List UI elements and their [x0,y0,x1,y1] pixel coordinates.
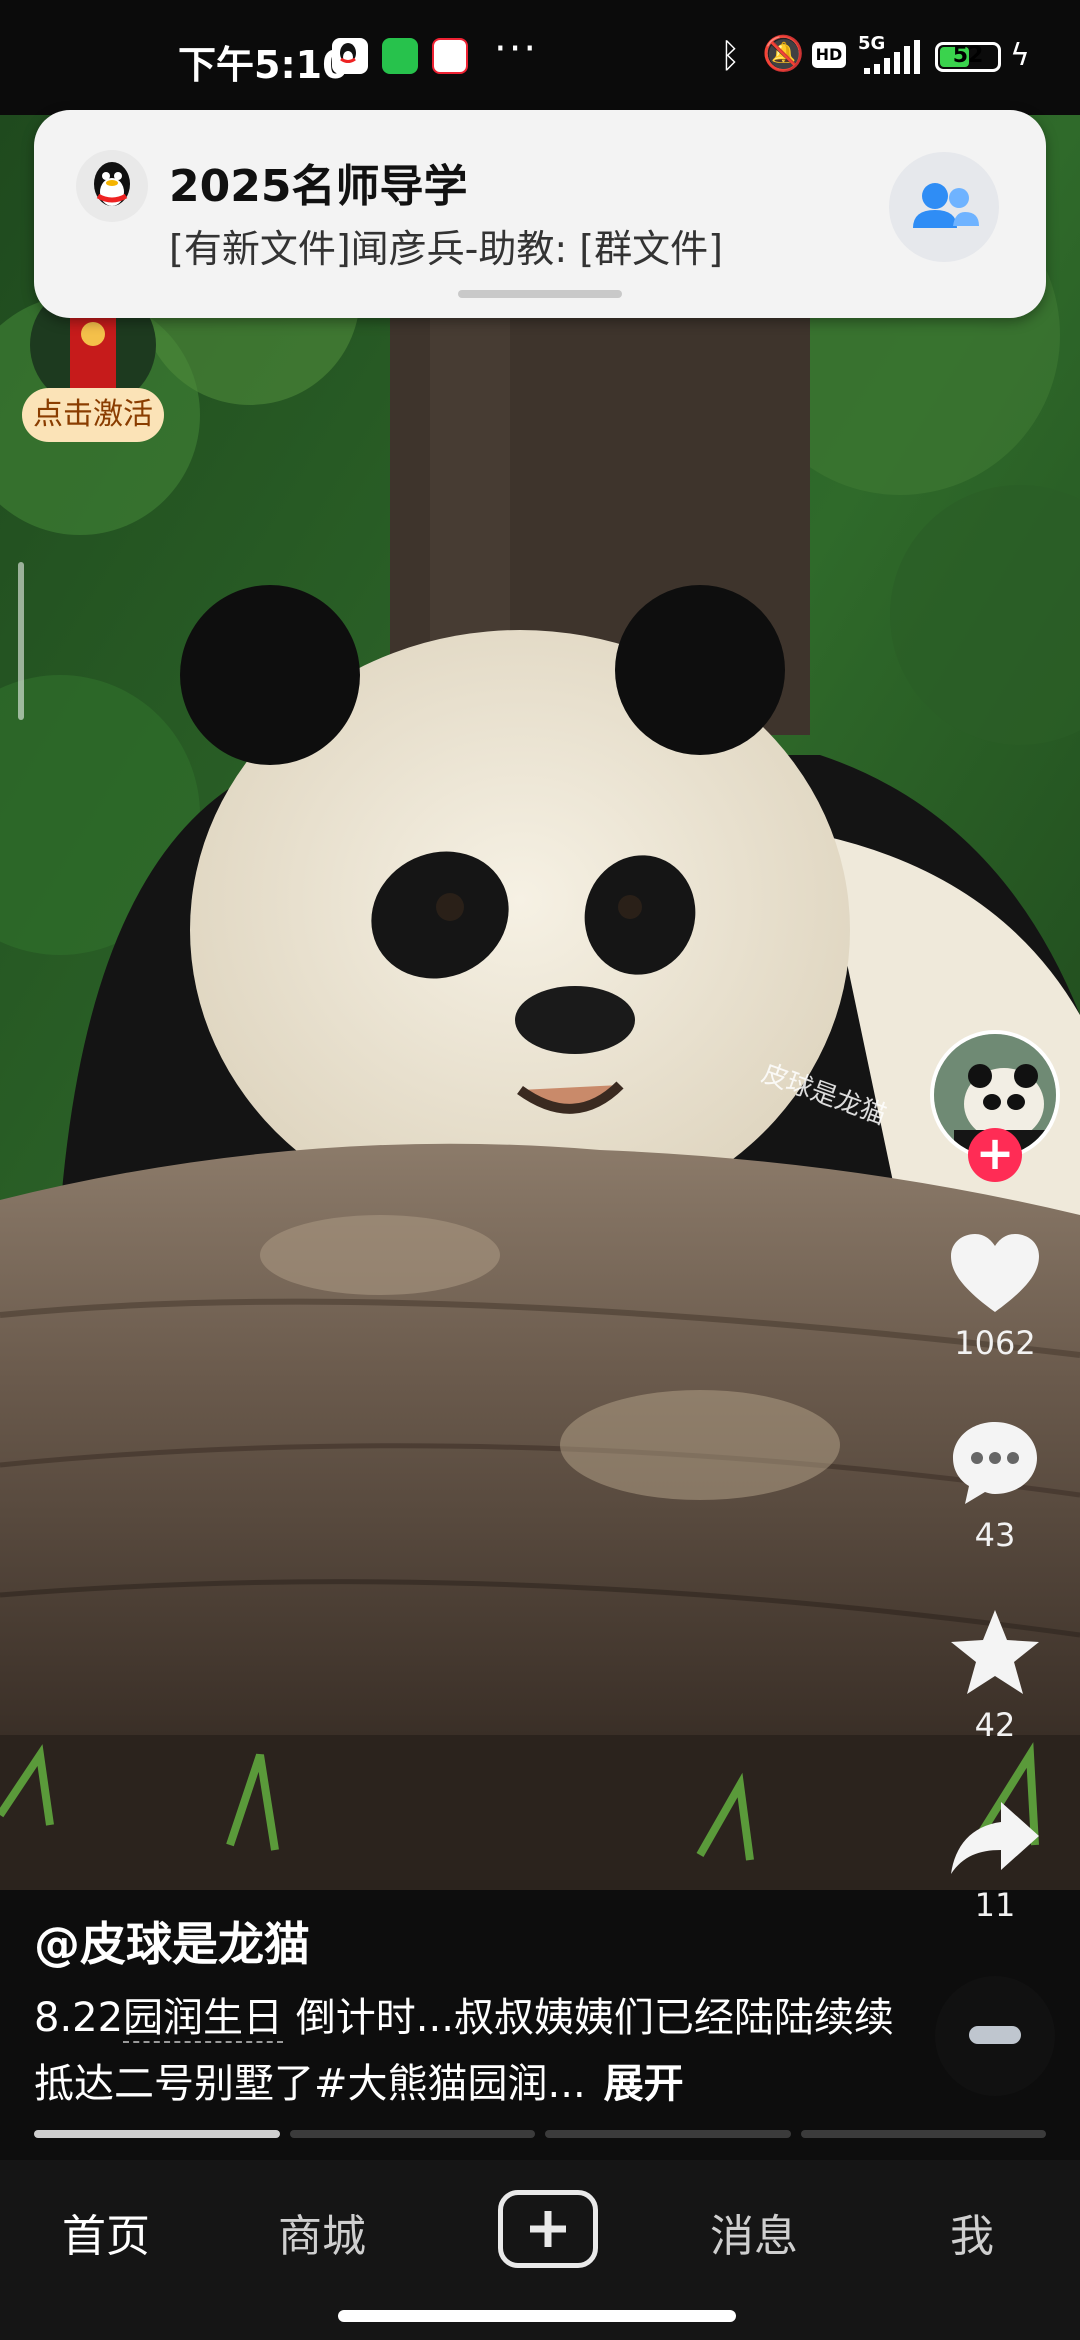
qq-app-icon [332,38,368,74]
app-58-icon [432,38,468,74]
favorite-count: 42 [974,1706,1016,1744]
group-users-icon [889,152,999,262]
charging-icon: ϟ [1010,38,1030,73]
video-frame[interactable]: 皮球是龙猫 [0,115,1080,1890]
create-post-button[interactable] [498,2190,598,2268]
comment-button[interactable]: 43 [940,1418,1050,1554]
caption-date: 8.22 [34,1995,124,2041]
notification-title: 2025名师导学 [169,161,468,212]
plus-icon [530,2211,566,2247]
notification-drag-handle[interactable] [458,290,622,298]
status-time: 下午5:10 [178,43,349,87]
qq-notification-banner[interactable]: 2025名师导学 [有新文件]闻彦兵-助教: [群文件] [34,110,1046,318]
comment-count: 43 [974,1516,1016,1554]
notification-body: [有新文件]闻彦兵-助教: [群文件] [169,227,723,271]
like-button[interactable]: 1062 [940,1232,1050,1362]
heart-icon [951,1234,1039,1312]
signal-icon [864,40,920,74]
nav-me[interactable]: 我 [950,2200,994,2264]
progress-segment [545,2130,791,2138]
more-notifications-icon: ··· [494,26,539,72]
progress-segment [34,2130,280,2138]
author-name[interactable]: @皮球是龙猫 [34,1908,310,1974]
share-arrow-icon [951,1802,1039,1874]
battery-icon: 52 [935,42,1001,72]
video-caption[interactable]: 8.22园润生日 倒计时...叔叔姨姨们已经陆陆续续抵达二号别墅了#大熊猫园润.… [34,1985,894,2117]
star-icon [951,1610,1039,1694]
panda-photo: 皮球是龙猫 [0,115,1080,1890]
scroll-indicator [18,562,24,720]
caption-topic-link[interactable]: 园润生日 [123,1995,284,2043]
qq-penguin-icon [76,150,148,222]
comment-icon [953,1422,1037,1504]
nav-home[interactable]: 首页 [62,2200,150,2264]
battery-level: 52 [952,43,984,68]
activate-button[interactable]: 点击激活 [22,388,164,442]
status-bar: 下午5:10 ··· ᛒ 🔕 HD 5G 52 ϟ [0,0,1080,115]
hd-call-icon: HD [812,42,846,68]
favorite-button[interactable]: 42 [940,1608,1050,1744]
mute-bell-icon: 🔕 [762,34,805,74]
share-button[interactable]: 11 [940,1798,1050,1924]
nav-mall[interactable]: 商城 [278,2200,366,2264]
share-count: 11 [974,1886,1016,1924]
video-progress-bar[interactable] [34,2130,1046,2138]
live-pill [969,2026,1021,2044]
progress-segment [289,2130,535,2138]
nav-messages[interactable]: 消息 [710,2200,798,2264]
like-count: 1062 [954,1324,1036,1362]
home-indicator[interactable] [338,2310,736,2322]
bluetooth-icon: ᛒ [720,36,741,76]
green-app-icon [382,38,418,74]
live-widget-icon[interactable] [935,1976,1055,2096]
expand-link[interactable]: 展开 [604,2061,684,2107]
progress-segment [800,2130,1046,2138]
follow-button[interactable]: + [968,1128,1022,1182]
